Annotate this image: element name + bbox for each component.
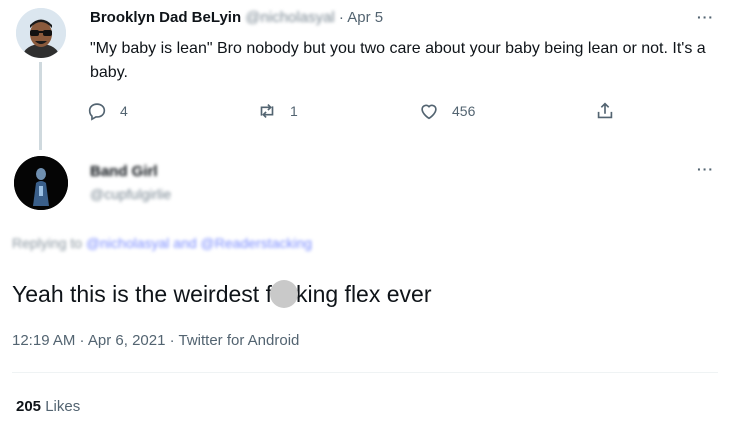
avatar-illustration-icon [16,8,66,58]
thread-connector-line [39,62,42,150]
reply-tweet-text: Yeah this is the weirdest f king flex eve… [12,279,431,310]
share-button[interactable] [594,100,616,122]
retweet-button[interactable]: 1 [256,100,298,122]
reply-author-name[interactable]: Band Girl [90,163,158,180]
likes-label: Likes [45,398,81,415]
reply-count: 4 [120,103,128,119]
reply-more-options-icon[interactable]: ··· [697,161,714,177]
reply-author-handle[interactable]: @cupfulgirlie [90,186,171,202]
likes-count: 205 [16,398,42,415]
reply-text-before-censor: Yeah this is the weirdest f [12,281,272,307]
parent-tweet-date[interactable]: Apr 5 [347,9,383,26]
reply-icon [88,103,106,121]
reply-author-avatar[interactable] [14,156,68,210]
parent-author-name[interactable]: Brooklyn Dad BeLyin [90,9,241,26]
replying-to-prefix: Replying to [12,235,83,251]
like-button[interactable]: 456 [418,100,475,122]
retweet-count: 1 [290,103,298,119]
retweet-icon [260,103,274,119]
censor-blur-dot [269,279,298,308]
parent-author-handle[interactable]: @nicholasyal [245,9,334,26]
reply-button[interactable]: 4 [86,100,128,122]
reply-text-after-censor: king flex ever [295,281,432,307]
likes-summary[interactable]: 205 Likes [16,398,80,415]
parent-more-options-icon[interactable]: ··· [697,9,714,25]
like-count: 456 [452,103,476,119]
replying-to-line: Replying to @nicholasyal and @Readerstac… [12,235,312,251]
parent-tweet-header: Brooklyn Dad BeLyin @nicholasyal · Apr 5 [90,9,383,26]
replying-to-handles[interactable]: @nicholasyal and @Readerstacking [86,235,312,251]
avatar-figure-icon [14,156,68,210]
tweet-timestamp[interactable]: 12:19 AM · Apr 6, 2021 · Twitter for And… [12,332,299,349]
share-icon [597,102,613,119]
header-separator: · [338,9,344,26]
divider [12,372,718,373]
parent-tweet-text: "My baby is lean" Bro nobody but you two… [90,40,706,81]
heart-icon [421,104,437,120]
parent-author-avatar[interactable] [16,8,66,58]
